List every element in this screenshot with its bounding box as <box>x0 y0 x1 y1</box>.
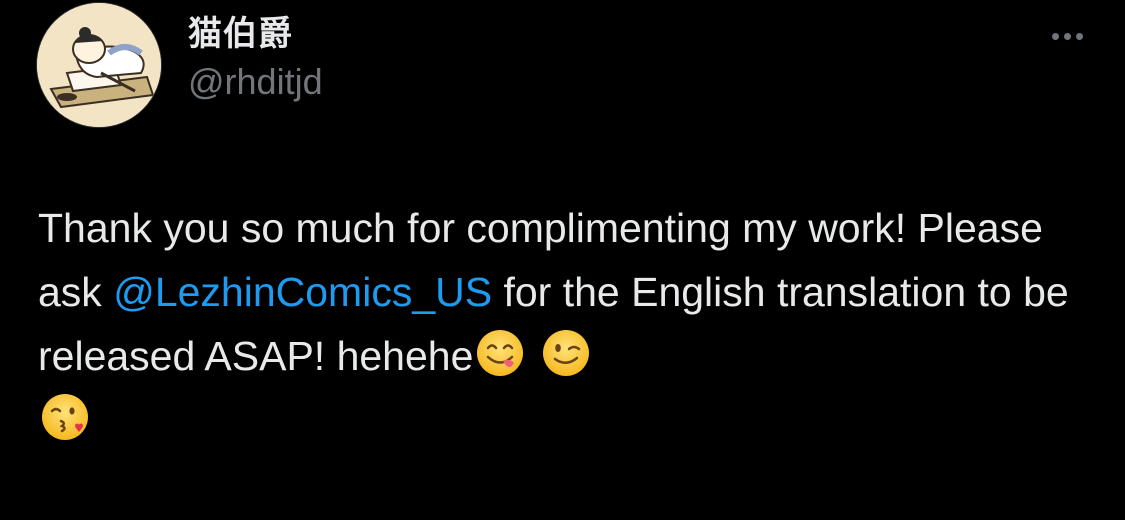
mention-link[interactable]: @LezhinComics_US <box>113 269 492 315</box>
dot-icon <box>1051 32 1059 40</box>
dot-icon <box>1075 32 1083 40</box>
face-savoring-food-icon <box>475 328 525 378</box>
dot-icon <box>1063 32 1071 40</box>
tweet-header: 猫伯爵 @rhditjd <box>36 0 1089 130</box>
face-blowing-kiss-icon <box>40 392 90 442</box>
avatar[interactable] <box>36 2 162 128</box>
tweet-text: Thank you so much for complimenting my w… <box>38 196 1098 452</box>
avatar-illustration <box>37 3 161 127</box>
winking-face-icon <box>541 328 591 378</box>
display-name[interactable]: 猫伯爵 <box>188 14 323 54</box>
user-handle[interactable]: @rhditjd <box>188 60 323 104</box>
more-options-icon[interactable] <box>1045 24 1089 48</box>
